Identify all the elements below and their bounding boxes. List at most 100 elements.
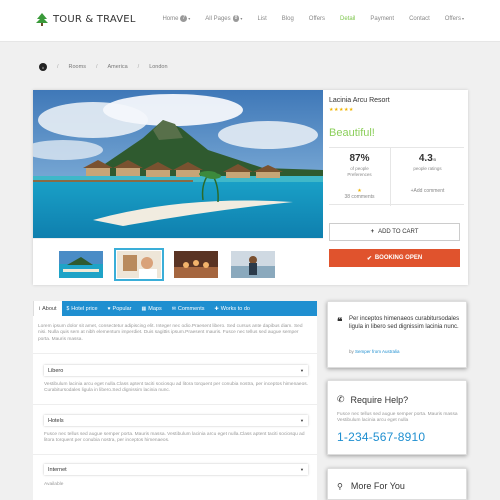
more-title: More For You xyxy=(350,481,405,491)
nav-item-all-pages[interactable]: All Pages 8 ▾ xyxy=(205,15,242,22)
hotels-select[interactable]: Hotels ▼ xyxy=(44,415,308,426)
breadcrumb-item[interactable]: Rooms xyxy=(69,64,86,70)
help-title-row: ✆ Require Help? xyxy=(337,394,408,405)
breadcrumb: ⌂ / Rooms / America / London xyxy=(39,63,168,71)
breadcrumb-separator: / xyxy=(137,64,140,70)
add-to-cart-button[interactable]: + ADD TO CART xyxy=(329,223,460,241)
help-title: Require Help? xyxy=(350,394,409,405)
hotel-stats: 87% of people Preferences 4.3/5 people r… xyxy=(329,147,464,206)
main-photo[interactable] xyxy=(33,90,323,238)
nav-item-contact[interactable]: Contact xyxy=(409,15,430,22)
breadcrumb-separator: / xyxy=(57,64,59,70)
testimonial-author: by Semper from Australia xyxy=(349,349,400,354)
nav-label: Detail xyxy=(340,15,356,22)
nav-badge: 8 xyxy=(232,15,240,22)
info-icon: i xyxy=(39,305,41,312)
thumbnail-selected[interactable] xyxy=(114,248,164,281)
help-phone-number[interactable]: 1-234-567-8910 xyxy=(337,430,425,444)
tab-label: Comments xyxy=(177,305,205,312)
select-value: Internet xyxy=(48,466,67,473)
tree-icon xyxy=(36,13,48,26)
select-value: Libero xyxy=(48,367,64,374)
caret-down-icon: ▼ xyxy=(300,467,304,472)
testimonial-text: Per inceptos himenaeos curabitursodales … xyxy=(349,316,460,330)
booking-open-button[interactable]: ✔ BOOKING OPEN xyxy=(329,249,460,267)
thumbnail[interactable] xyxy=(174,251,218,278)
nav-item-payment[interactable]: Payment xyxy=(370,15,394,22)
section-text: Available xyxy=(44,482,64,487)
star-rating: ★★★★★ xyxy=(329,107,354,113)
phone-icon: ✆ xyxy=(337,394,345,404)
nav-label: Blog xyxy=(281,15,294,22)
thumbnail-image xyxy=(231,251,275,278)
score-label: people ratings xyxy=(413,166,442,171)
thumbnail[interactable] xyxy=(59,251,103,278)
tab-about[interactable]: i About xyxy=(33,301,62,316)
check-icon: ✔ xyxy=(366,255,372,262)
author-prefix: by xyxy=(349,349,354,354)
add-to-cart-label: ADD TO CART xyxy=(378,229,419,235)
preference-stat: 87% of people Preferences xyxy=(329,153,390,177)
add-comment-link[interactable]: +Add comment xyxy=(391,188,464,194)
nav-label: Payment xyxy=(370,15,395,22)
divider xyxy=(33,454,317,455)
main-nav: Home 7 ▾ All Pages 8 ▾ List Blog Offers Deta… xyxy=(147,15,464,22)
tab-maps[interactable]: ▦ Maps xyxy=(137,301,167,316)
help-description: Fusce nec tellus sed augue semper porta.… xyxy=(337,412,458,424)
map-icon: ▦ xyxy=(141,305,147,312)
tab-comments[interactable]: ✉ Comments xyxy=(167,301,210,316)
thumbnail[interactable] xyxy=(231,251,275,278)
caret-down-icon: ▼ xyxy=(300,418,304,423)
tab-label: Maps xyxy=(148,305,162,312)
tab-works-to-do[interactable]: ✚ Works to do xyxy=(210,301,255,316)
more-for-you-card: ⚲ More For You xyxy=(327,468,467,500)
breadcrumb-item[interactable]: America xyxy=(107,64,127,70)
nav-label: List xyxy=(257,15,267,22)
breadcrumb-separator: / xyxy=(95,64,98,70)
score-suffix: /5 xyxy=(432,157,437,162)
divider xyxy=(33,404,317,405)
comments-count: 38 comments xyxy=(344,194,375,200)
nav-label: Offers xyxy=(444,15,461,22)
nav-label: Contact xyxy=(409,15,430,22)
about-description: Lorem ipsum dolor sit amet, consectetur … xyxy=(38,324,303,342)
tab-popular[interactable]: ♥ Popular xyxy=(103,301,137,316)
hotel-detail-panel: Lacinia Arcu Resort ★★★★★ Beautiful! 87%… xyxy=(33,90,468,285)
nav-item-list[interactable]: List xyxy=(257,15,266,22)
rating-word: Beautiful! xyxy=(329,127,375,139)
testimonial-card: ❝ Per inceptos himenaeos curabitursodale… xyxy=(327,301,467,368)
author-link[interactable]: Semper from Australia xyxy=(355,349,400,354)
help-card: ✆ Require Help? Fusce nec tellus sed aug… xyxy=(327,380,467,455)
nav-item-offers[interactable]: Offers xyxy=(309,15,325,22)
brand-logo[interactable]: TOUR & TRAVEL xyxy=(36,13,136,26)
nav-item-blog[interactable]: Blog xyxy=(282,15,294,22)
comments-stat[interactable]: ★ 38 comments xyxy=(329,188,390,200)
nav-label: Offers xyxy=(308,15,326,22)
preference-percent: 87% xyxy=(349,153,370,164)
price-icon: $ xyxy=(66,305,70,312)
nav-item-offers-menu[interactable]: Offers ▾ xyxy=(445,15,464,22)
chevron-down-icon: ▾ xyxy=(461,16,464,21)
thumbnail-image xyxy=(59,251,103,278)
tab-hotel-price[interactable]: $ Hotel price xyxy=(62,301,103,316)
nav-item-detail[interactable]: Detail xyxy=(340,15,355,22)
score-value: 4.3 xyxy=(418,153,433,164)
internet-select[interactable]: Internet ▼ xyxy=(44,464,308,475)
nav-badge: 7 xyxy=(180,15,188,22)
nav-label: All Pages xyxy=(205,15,231,22)
hotel-name: Lacinia Arcu Resort xyxy=(329,97,390,104)
breadcrumb-item[interactable]: London xyxy=(149,64,167,70)
resort-photo-image xyxy=(33,90,323,238)
select-value: Hotels xyxy=(48,417,64,424)
home-icon[interactable]: ⌂ xyxy=(39,63,47,71)
nav-item-home[interactable]: Home 7 ▾ xyxy=(162,15,190,22)
plus-icon: + xyxy=(370,229,375,235)
comment-icon: ✉ xyxy=(171,305,176,312)
details-tabs-panel: i About $ Hotel price ♥ Popular ▦ Maps ✉ Comm… xyxy=(33,301,317,500)
caret-down-icon: ▼ xyxy=(300,368,304,373)
plus-circle-icon: ✚ xyxy=(214,305,219,312)
chevron-down-icon: ▾ xyxy=(188,16,191,21)
libero-select[interactable]: Libero ▼ xyxy=(44,365,308,376)
add-comment-label: +Add comment xyxy=(410,188,445,194)
section-text: Fusce nec tellus sed augue semper porta.… xyxy=(44,432,305,444)
